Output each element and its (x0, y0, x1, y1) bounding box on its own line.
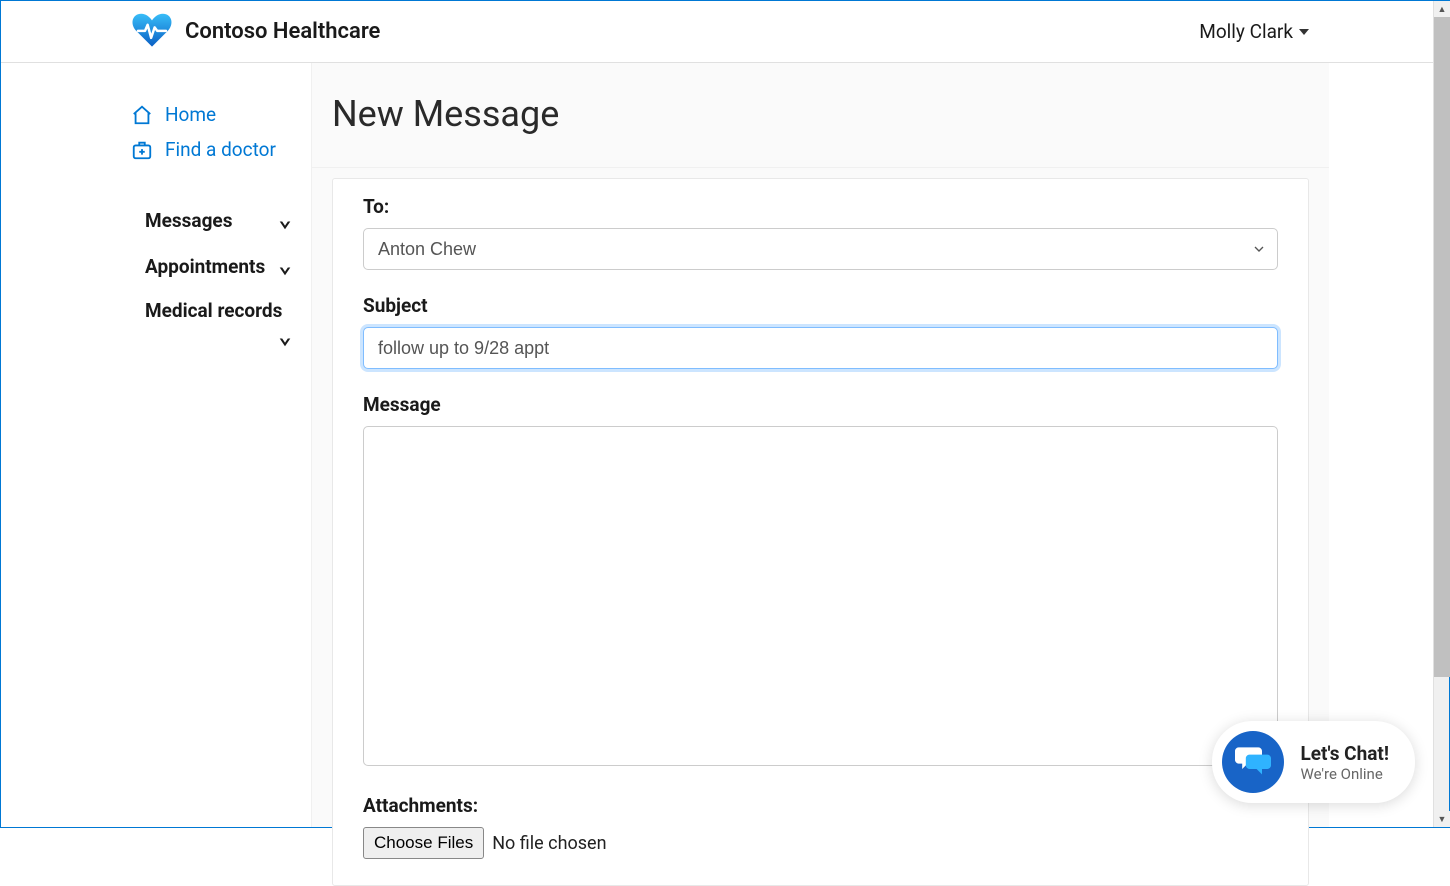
sidebar-group-messages[interactable]: Messages ⌄ (131, 197, 311, 243)
form-group-message: Message (363, 393, 1278, 770)
sidebar-group-medical-records-label: Medical records (145, 299, 282, 322)
chat-circle (1222, 731, 1284, 793)
app-header: Contoso Healthcare Molly Clark (1, 1, 1449, 63)
subject-input[interactable] (363, 327, 1278, 369)
scroll-down-arrow-icon[interactable]: ▼ (1434, 811, 1450, 827)
scroll-thumb[interactable] (1434, 17, 1450, 677)
sidebar-link-home-label: Home (165, 103, 216, 126)
layout: Home Find a doctor Messages ⌄ Appointmen… (1, 63, 1449, 827)
chevron-down-icon: ⌄ (279, 253, 291, 279)
file-row: Choose Files No file chosen (363, 827, 1278, 859)
message-form-card: To: Anton Chew Subject Message Attachmen… (332, 178, 1309, 886)
user-name: Molly Clark (1199, 20, 1293, 43)
chevron-down-icon: ⌄ (279, 207, 291, 233)
to-label: To: (363, 195, 1278, 218)
vertical-scrollbar[interactable]: ▲ ▼ (1433, 1, 1449, 827)
attachments-label: Attachments: (363, 794, 1278, 817)
form-group-attachments: Attachments: Choose Files No file chosen (363, 794, 1278, 859)
chevron-down-icon: ⌄ (145, 324, 291, 350)
caret-down-icon (1299, 29, 1309, 35)
chat-subtitle: We're Online (1300, 765, 1389, 783)
sidebar-group-list: Messages ⌄ Appointments ⌄ Medical record… (131, 197, 311, 360)
main-content: New Message To: Anton Chew Subject Messa… (311, 63, 1329, 827)
message-textarea[interactable] (363, 426, 1278, 766)
to-select[interactable]: Anton Chew (363, 228, 1278, 270)
chat-widget[interactable]: Let's Chat! We're Online (1212, 721, 1415, 803)
message-label: Message (363, 393, 1278, 416)
form-group-to: To: Anton Chew (363, 195, 1278, 270)
subject-label: Subject (363, 294, 1278, 317)
scroll-track[interactable] (1434, 677, 1449, 811)
brand: Contoso Healthcare (131, 11, 380, 53)
file-chosen-text: No file chosen (492, 833, 606, 854)
chat-text: Let's Chat! We're Online (1300, 742, 1389, 783)
chat-title: Let's Chat! (1300, 742, 1389, 765)
sidebar: Home Find a doctor Messages ⌄ Appointmen… (1, 63, 311, 827)
page-title: New Message (312, 63, 1329, 168)
sidebar-group-appointments[interactable]: Appointments ⌄ (131, 243, 311, 289)
sidebar-link-find-doctor-label: Find a doctor (165, 138, 276, 161)
user-menu[interactable]: Molly Clark (1199, 20, 1309, 43)
brand-title: Contoso Healthcare (185, 19, 380, 44)
home-icon (131, 104, 153, 126)
chat-bubble-icon (1235, 743, 1271, 781)
choose-files-button[interactable]: Choose Files (363, 827, 484, 859)
form-group-subject: Subject (363, 294, 1278, 369)
sidebar-link-home[interactable]: Home (131, 97, 311, 132)
brand-heart-icon (131, 11, 173, 53)
scroll-up-arrow-icon[interactable]: ▲ (1434, 1, 1450, 17)
doctor-bag-icon (131, 139, 153, 161)
sidebar-group-messages-label: Messages (145, 209, 232, 232)
sidebar-link-find-doctor[interactable]: Find a doctor (131, 132, 311, 167)
sidebar-group-medical-records[interactable]: Medical records ⌄ (131, 289, 311, 360)
sidebar-group-appointments-label: Appointments (145, 255, 265, 278)
